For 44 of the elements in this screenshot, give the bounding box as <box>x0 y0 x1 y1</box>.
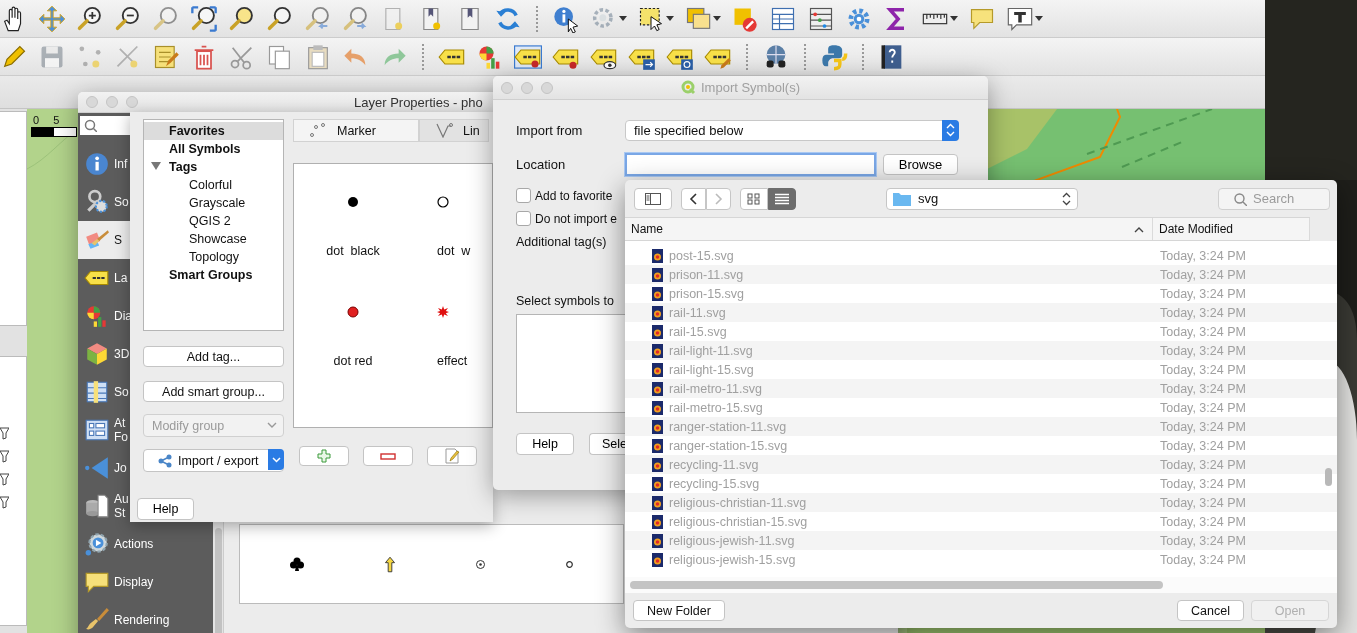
sidebar-label: So <box>114 195 129 209</box>
symbol-name: dot black <box>326 244 380 258</box>
sidebar-label: So <box>114 385 129 399</box>
file-date: Today, 3:24 PM <box>1159 248 1246 263</box>
sidebar-label: Actions <box>114 537 154 551</box>
scale-label: 5 <box>53 114 60 126</box>
file-date: Today, 3:24 PM <box>1159 552 1246 567</box>
file-date: Today, 3:24 PM <box>1159 495 1246 510</box>
file-date: Today, 3:24 PM <box>1159 419 1246 434</box>
file-date: Today, 3:24 PM <box>1159 438 1246 453</box>
sidebar-label: La <box>114 271 128 285</box>
file-date: Today, 3:24 PM <box>1159 533 1246 548</box>
sidebar-label: S <box>114 233 122 247</box>
sidebar-label: At Fo <box>114 416 128 444</box>
file-date: Today, 3:24 PM <box>1159 324 1246 339</box>
file-date: Today, 3:24 PM <box>1159 476 1246 491</box>
sidebar-label: Au St <box>114 492 129 520</box>
file-date: Today, 3:24 PM <box>1159 267 1246 282</box>
file-date: Today, 3:24 PM <box>1159 514 1246 529</box>
window-title: Import Symbol(s) <box>701 80 800 95</box>
sidebar-label: Rendering <box>114 613 170 627</box>
window-title: Layer Properties - pho <box>354 94 483 110</box>
file-date: Today, 3:24 PM <box>1159 400 1246 415</box>
field-label: Location <box>516 156 567 172</box>
symbol-name: effect <box>437 354 468 368</box>
file-date: Today, 3:24 PM <box>1159 305 1246 320</box>
file-date: Today, 3:24 PM <box>1159 362 1246 377</box>
symbol-name: dot w <box>437 244 471 258</box>
checkbox-label: Do not import e <box>535 211 618 226</box>
field-label: Import from <box>516 122 584 138</box>
symbol-name: dot red <box>333 354 373 368</box>
checkbox-label: Add to favorite <box>535 188 613 203</box>
file-date: Today, 3:24 PM <box>1159 457 1246 472</box>
sidebar-label: 3D <box>114 347 130 361</box>
button-label: Import / export <box>178 453 259 468</box>
sidebar-label: Jo <box>114 461 127 475</box>
field-label: Additional tag(s) <box>516 235 607 249</box>
file-date: Today, 3:24 PM <box>1159 343 1246 358</box>
scale-label: 0 <box>33 114 40 126</box>
field-label: Select symbols to <box>516 294 614 308</box>
file-date: Today, 3:24 PM <box>1159 286 1246 301</box>
sidebar-label: Display <box>114 575 154 589</box>
sidebar-label: Inf <box>114 157 128 171</box>
file-date: Today, 3:24 PM <box>1159 381 1246 396</box>
